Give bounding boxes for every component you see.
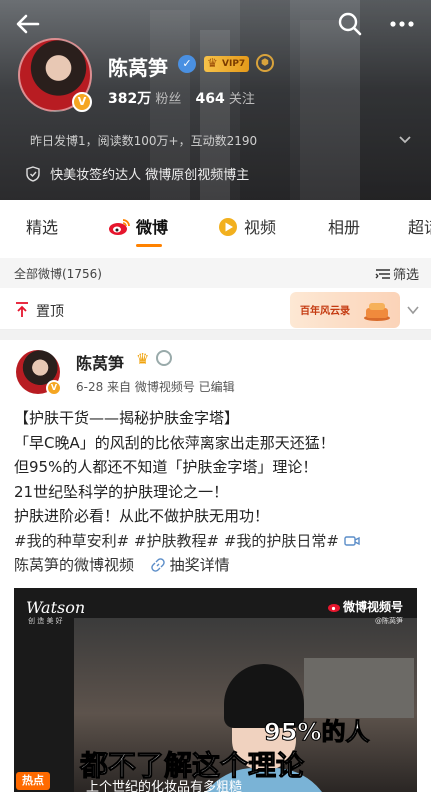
- filter-bar: 全部微博(1756) 筛选: [0, 258, 431, 288]
- divider: [0, 330, 431, 340]
- post-body[interactable]: 【护肤干货——揭秘护肤金字塔】 「早C晚A」的风刮的比依萍离家出走那天还猛！ 但…: [14, 406, 419, 578]
- profile-tabs: 精选 微博 视频 相册 超话: [0, 200, 431, 250]
- weibo-video-watermark: 微博视频号: [327, 598, 403, 615]
- post-line: 【护肤干货——揭秘护肤金字塔】: [14, 409, 240, 427]
- brand-logo: Watson: [26, 598, 86, 617]
- tab-video-label: 视频: [244, 218, 277, 237]
- lottery-link[interactable]: 抽奖详情: [170, 556, 230, 574]
- post-count[interactable]: 全部微博(1756): [14, 265, 102, 282]
- search-icon[interactable]: [336, 10, 364, 38]
- following-count[interactable]: 464: [196, 91, 225, 107]
- post-links-line: 陈莴笋的微博视频 抽奖详情: [14, 553, 419, 578]
- post-author[interactable]: 陈莴笋: [76, 350, 124, 374]
- promo-banner[interactable]: 百年风云录: [290, 292, 400, 328]
- active-tab-indicator: [136, 244, 162, 247]
- tab-featured[interactable]: 精选: [26, 214, 58, 238]
- followers-count[interactable]: 382万: [108, 91, 151, 107]
- post-tags-line: #我的种草安利# #护肤教程# #我的护肤日常#: [14, 529, 419, 554]
- verified-icon: ✓: [178, 55, 196, 73]
- post-line: 护肤进阶必看！从此不做护肤无用功！: [14, 507, 270, 525]
- certification-text: 快美妆签约达人 微博原创视频博主: [50, 168, 250, 183]
- pinned-row[interactable]: 置顶 百年风云录: [0, 290, 431, 330]
- video-player[interactable]: Watson 创 造 美 好 微博视频号 @陈莴笋 95%的人 都不了解这个理论…: [14, 588, 417, 792]
- vip-badge[interactable]: VIP7: [204, 55, 250, 72]
- video-play-icon: [219, 218, 237, 236]
- profile-name: 陈莴笋: [108, 56, 168, 80]
- profile-header: V 陈莴笋 ✓ VIP7 ⬢ 382万 粉丝 464 关注 昨日发博1，阅读数1…: [0, 0, 431, 200]
- shield-icon: [26, 166, 40, 182]
- filter-button[interactable]: 筛选: [375, 264, 419, 283]
- brand-subtitle: 创 造 美 好: [28, 617, 63, 625]
- following-label[interactable]: 关注: [229, 92, 255, 107]
- ring-badge-icon[interactable]: [156, 350, 172, 366]
- video-caption-highlight: 95%的人: [263, 718, 370, 747]
- weibo-logo-icon: [327, 604, 340, 612]
- post-meta: 6-28 来自 微博视频号 已编辑: [76, 380, 235, 394]
- profile-summary: 昨日发博1，阅读数100万+，互动数2190: [30, 134, 258, 148]
- back-arrow-icon[interactable]: [12, 8, 44, 40]
- top-bar: [0, 8, 431, 40]
- post-line: 但95%的人都还不知道「护肤金字塔」理论！: [14, 458, 318, 476]
- tab-album[interactable]: 相册: [328, 214, 360, 238]
- chevron-down-icon[interactable]: [398, 132, 412, 146]
- video-camera-icon: [344, 535, 360, 546]
- post-line: 「早C晚A」的风刮的比依萍离家出走那天还猛！: [14, 433, 335, 452]
- medal-icon[interactable]: ⬢: [256, 54, 274, 72]
- tab-weibo-label: 微博: [136, 218, 169, 237]
- v-verified-icon: V: [72, 92, 92, 112]
- cake-icon: [364, 303, 390, 321]
- watermark-text: 微博视频号: [342, 600, 403, 614]
- video-caption-sub: 上个世纪的化妆品有多粗糙: [86, 780, 243, 792]
- video-link[interactable]: 陈莴笋的微博视频: [14, 556, 134, 574]
- filter-label: 筛选: [392, 268, 419, 283]
- weibo-logo-icon: [109, 219, 130, 235]
- hot-badge: 热点: [16, 772, 50, 790]
- video-background: [304, 658, 414, 718]
- promo-text: 百年风云录: [300, 306, 350, 317]
- link-icon: [151, 558, 165, 572]
- pinned-label: 置顶: [36, 304, 64, 320]
- tab-weibo[interactable]: 微博: [108, 214, 168, 238]
- v-verified-icon: V: [46, 380, 62, 396]
- followers-label[interactable]: 粉丝: [155, 92, 181, 107]
- chevron-down-icon[interactable]: [406, 304, 420, 316]
- tab-video[interactable]: 视频: [218, 214, 276, 238]
- header-background: [300, 20, 360, 200]
- crown-icon[interactable]: ♛: [136, 350, 149, 368]
- tab-supertopic[interactable]: 超话: [408, 214, 431, 238]
- certification-row[interactable]: 快美妆签约达人 微博原创视频博主: [26, 164, 249, 183]
- more-icon[interactable]: [386, 10, 418, 38]
- watermark-handle: @陈莴笋: [375, 617, 403, 625]
- pin-icon: [16, 302, 28, 317]
- hashtags[interactable]: #我的种草安利# #护肤教程# #我的护肤日常#: [14, 532, 339, 550]
- post-line: 21世纪坠科学的护肤理论之一！: [14, 482, 229, 501]
- profile-stats: 382万 粉丝 464 关注: [108, 88, 265, 108]
- filter-icon: [375, 269, 390, 279]
